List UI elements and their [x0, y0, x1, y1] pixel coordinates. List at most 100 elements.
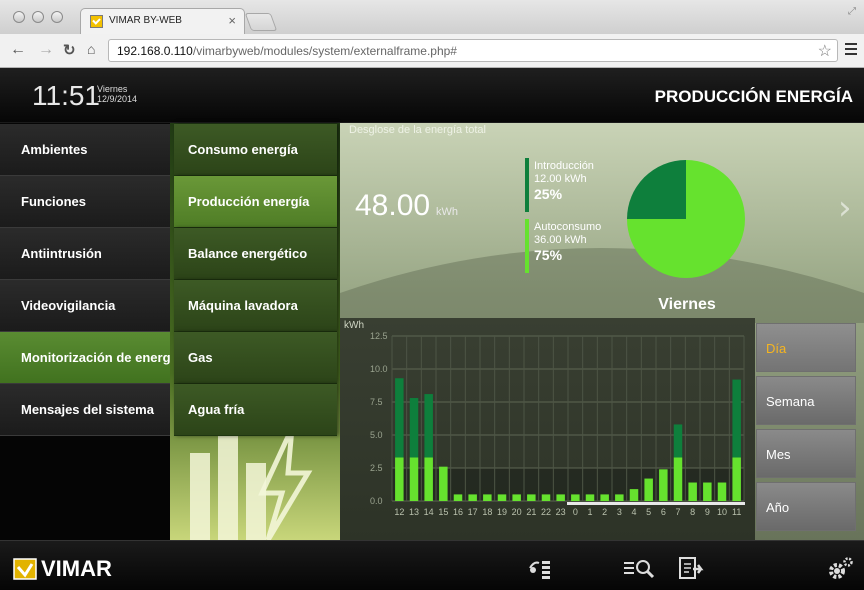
legend-label: Autoconsumo [534, 221, 602, 233]
x-tick-label: 18 [482, 507, 492, 517]
submenu-item[interactable]: Máquina lavadora [174, 280, 337, 332]
browser-menu-icon[interactable] [845, 43, 857, 55]
x-tick-label: 8 [690, 507, 695, 517]
legend-label: Introducción [534, 160, 594, 172]
bar-segment [512, 494, 521, 501]
y-tick-label: 5.0 [370, 430, 383, 440]
x-tick-label: 5 [646, 507, 651, 517]
x-tick-label: 16 [453, 507, 463, 517]
bookmark-star-icon[interactable]: ☆ [818, 41, 832, 61]
y-tick-label: 10.0 [370, 364, 388, 374]
bar-segment [600, 494, 609, 501]
vimar-logo-icon [13, 558, 37, 580]
y-tick-label: 2.5 [370, 463, 383, 473]
settings-gear-icon[interactable] [826, 556, 854, 582]
bar-segment [688, 482, 697, 501]
bar-segment [424, 457, 433, 501]
page-title: PRODUCCIÓN ENERGÍA [654, 87, 853, 106]
window-zoom-button[interactable] [51, 11, 63, 23]
bar-segment [453, 494, 463, 501]
next-arrow-icon[interactable]: › [838, 188, 852, 228]
home-icon[interactable]: ⌂ [87, 41, 95, 57]
menu-item[interactable]: Funciones [0, 176, 170, 228]
url-text: 192.168.0.110/vimarbyweb/modules/system/… [117, 44, 457, 58]
x-tick-label: 13 [409, 507, 419, 517]
bar-segment [395, 378, 404, 458]
hourly-production-bar-chart: kWh0.02.55.07.510.012.512 13 14 15 16 17 18 19 2… [344, 320, 745, 517]
new-tab-button[interactable] [244, 13, 278, 31]
x-tick-label: 12 [394, 507, 404, 517]
menu-item[interactable]: Ambientes [0, 124, 170, 176]
search-list-icon[interactable] [622, 556, 656, 580]
x-tick-label: 9 [705, 507, 710, 517]
panel-decoration [340, 248, 864, 323]
y-tick-label: 7.5 [370, 397, 383, 407]
bar-segment [497, 494, 507, 501]
legend-value: 36.00 kWh [534, 234, 587, 246]
energy-production-graphic [190, 426, 313, 540]
x-tick-label: 2 [602, 507, 607, 517]
address-bar[interactable]: 192.168.0.110/vimarbyweb/modules/system/… [108, 39, 838, 62]
x-tick-label: 6 [661, 507, 666, 517]
reload-icon[interactable]: ↻ [63, 41, 76, 59]
legend-percent: 25% [534, 186, 563, 202]
back-arrow-icon[interactable]: ← [10, 41, 26, 59]
x-tick-label: 15 [438, 507, 448, 517]
submenu-item[interactable]: Producción energía [174, 176, 337, 228]
submenu-item[interactable]: Agua fría [174, 384, 337, 436]
total-energy-value: 48.00 [355, 189, 431, 222]
menu-item[interactable]: Videovigilancia [0, 280, 170, 332]
bar-segment [483, 494, 492, 501]
browser-tab-bar: VIMAR BY-WEB × ⤢ [0, 0, 864, 34]
bar-segment [468, 494, 477, 501]
period-button[interactable]: Año [756, 482, 856, 531]
audio-control-icon[interactable] [526, 556, 552, 580]
tab-title: VIMAR BY-WEB [109, 15, 182, 26]
menu-item[interactable]: Antiintrusión [0, 228, 170, 280]
x-tick-label: 11 [732, 507, 741, 517]
window-minimize-button[interactable] [32, 11, 44, 23]
bar-segment [395, 457, 404, 501]
clock-time: 11:51 [32, 80, 100, 111]
browser-toolbar: ← → ↻ ⌂ 192.168.0.110/vimarbyweb/modules… [0, 34, 864, 68]
export-document-icon[interactable] [678, 556, 708, 582]
period-button[interactable]: Semana [756, 376, 856, 425]
bar-segment [732, 379, 741, 458]
vimar-favicon-icon [90, 15, 103, 28]
bar-segment [673, 457, 683, 501]
energy-pie-chart [627, 160, 745, 278]
submenu-item[interactable]: Balance energético [174, 228, 337, 280]
forward-arrow-icon[interactable]: → [38, 41, 54, 59]
y-axis-label: kWh [344, 320, 364, 331]
x-tick-label: 10 [717, 507, 727, 517]
tab-close-icon[interactable]: × [228, 13, 236, 28]
bar-segment [571, 494, 580, 501]
bar-segment [659, 469, 668, 501]
x-tick-label: 20 [512, 507, 522, 517]
bar-segment [717, 482, 727, 501]
legend-color-autoconsumo [525, 219, 529, 273]
legend-value: 12.00 kWh [534, 173, 587, 185]
menu-item[interactable]: Mensajes del sistema [0, 384, 170, 436]
period-button[interactable]: Mes [756, 429, 856, 478]
bar-segment [541, 494, 551, 501]
submenu-item[interactable]: Consumo energía [174, 124, 337, 176]
menu-item[interactable]: Monitorización de energía [0, 332, 170, 384]
x-tick-label: 0 [573, 507, 578, 517]
bar-segment [629, 489, 639, 501]
bar-segment [409, 457, 419, 501]
bar-segment [424, 394, 433, 458]
bar-segment [585, 494, 595, 501]
panel-title: Desglose de la energía total [349, 124, 486, 136]
submenu-item[interactable]: Gas [174, 332, 337, 384]
bottom-bar [0, 540, 864, 590]
fullscreen-icon[interactable]: ⤢ [848, 6, 856, 17]
x-tick-label: 17 [468, 507, 478, 517]
bar-segment [527, 494, 536, 501]
period-button[interactable]: Día [756, 323, 856, 372]
bar-segment [615, 494, 624, 501]
browser-tab[interactable]: VIMAR BY-WEB × [80, 8, 245, 34]
window-close-button[interactable] [13, 11, 25, 23]
y-tick-label: 12.5 [370, 331, 388, 341]
y-tick-label: 0.0 [370, 496, 383, 506]
